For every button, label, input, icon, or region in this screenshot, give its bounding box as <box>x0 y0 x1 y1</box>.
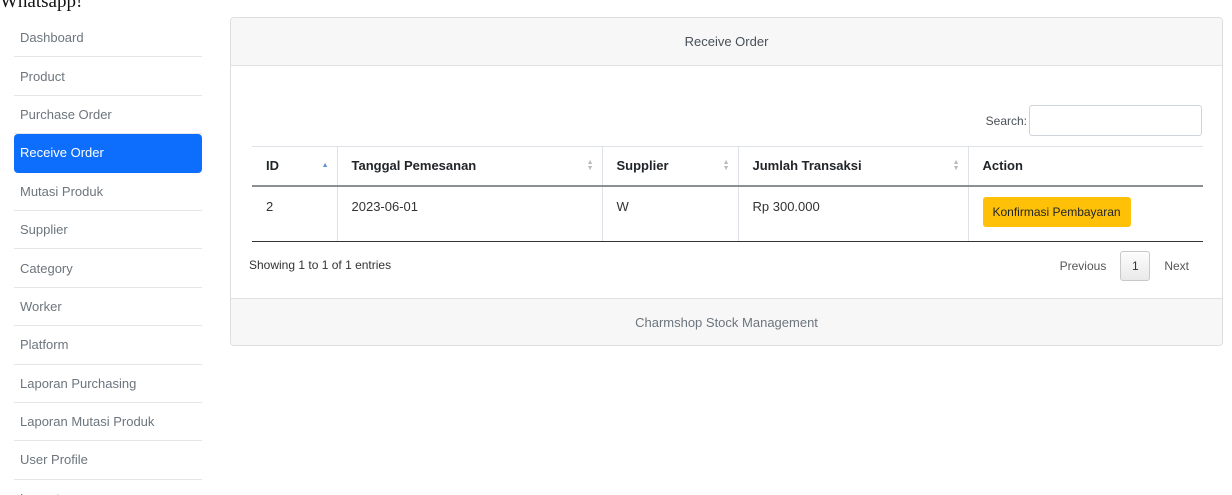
pagination: Previous 1 Next <box>1046 251 1203 281</box>
receive-order-card: Receive Order Search: ID ▲ Tanggal Pemesa… <box>230 17 1223 346</box>
sort-ascending-icon: ▲ <box>321 161 329 169</box>
sidebar-nav: Dashboard Product Purchase Order Receive… <box>14 19 202 495</box>
sidebar-item-worker[interactable]: Worker <box>14 288 202 327</box>
sidebar-item-purchase-order[interactable]: Purchase Order <box>14 96 202 135</box>
column-header-label: Tanggal Pemesanan <box>351 158 477 174</box>
column-header-amount[interactable]: Jumlah Transaksi ▲ ▼ <box>737 146 968 187</box>
table-info: Showing 1 to 1 of 1 entries <box>249 258 392 272</box>
sidebar-item-product[interactable]: Product <box>14 57 202 96</box>
sidebar-item-user-profile[interactable]: User Profile <box>14 441 202 480</box>
sidebar-item-laporan-mutasi-produk[interactable]: Laporan Mutasi Produk <box>14 403 202 442</box>
cell-date: 2023-06-01 <box>336 185 602 242</box>
column-header-date[interactable]: Tanggal Pemesanan ▲ ▼ <box>336 146 602 187</box>
receive-order-table: ID ▲ Tanggal Pemesanan ▲ ▼ Supplier ▲ ▼ Jumla… <box>252 146 1203 242</box>
search-group: Search: <box>986 105 1202 136</box>
cell-amount: Rp 300.000 <box>737 185 968 242</box>
sidebar-item-mutasi-produk[interactable]: Mutasi Produk <box>14 173 202 211</box>
sidebar-item-category[interactable]: Category <box>14 249 202 288</box>
sidebar-item-supplier[interactable]: Supplier <box>14 211 202 250</box>
sort-both-icon: ▲ ▼ <box>722 158 730 172</box>
sidebar-item-receive-order[interactable]: Receive Order <box>14 134 202 173</box>
sidebar-item-logout[interactable]: Logout <box>14 480 202 495</box>
column-header-id[interactable]: ID ▲ <box>252 146 337 187</box>
confirm-payment-button[interactable]: Konfirmasi Pembayaran <box>982 196 1131 227</box>
column-header-label: Jumlah Transaksi <box>752 158 862 174</box>
column-header-action: Action <box>967 146 1203 187</box>
cell-action: Konfirmasi Pembayaran <box>967 185 1203 242</box>
card-body: Search: ID ▲ Tanggal Pemesanan ▲ ▼ Supplier… <box>231 66 1222 300</box>
table-header-row: ID ▲ Tanggal Pemesanan ▲ ▼ Supplier ▲ ▼ Jumla… <box>252 146 1203 187</box>
previous-page-button[interactable]: Previous <box>1046 259 1121 273</box>
search-input[interactable] <box>1029 105 1202 136</box>
card-title: Receive Order <box>231 18 1222 66</box>
table-row: 2 2023-06-01 W Rp 300.000 Konfirmasi Pem… <box>252 185 1203 242</box>
sidebar-item-laporan-purchasing[interactable]: Laporan Purchasing <box>14 365 202 403</box>
next-page-button[interactable]: Next <box>1150 259 1203 273</box>
column-header-supplier[interactable]: Supplier ▲ ▼ <box>601 146 738 187</box>
cell-id: 2 <box>252 185 337 242</box>
sort-both-icon: ▲ ▼ <box>952 158 960 172</box>
sidebar-item-platform[interactable]: Platform <box>14 326 202 365</box>
column-header-label: ID <box>266 158 279 174</box>
column-header-label: Action <box>982 158 1023 174</box>
current-page-button[interactable]: 1 <box>1120 251 1151 281</box>
sidebar-item-dashboard[interactable]: Dashboard <box>14 19 202 58</box>
card-footer: Charmshop Stock Management <box>231 298 1222 345</box>
app-brand: Whatsapp! <box>0 0 83 12</box>
cell-supplier: W <box>601 185 738 242</box>
column-header-label: Supplier <box>616 158 669 174</box>
sort-both-icon: ▲ ▼ <box>586 158 594 172</box>
search-label: Search: <box>985 113 1027 128</box>
